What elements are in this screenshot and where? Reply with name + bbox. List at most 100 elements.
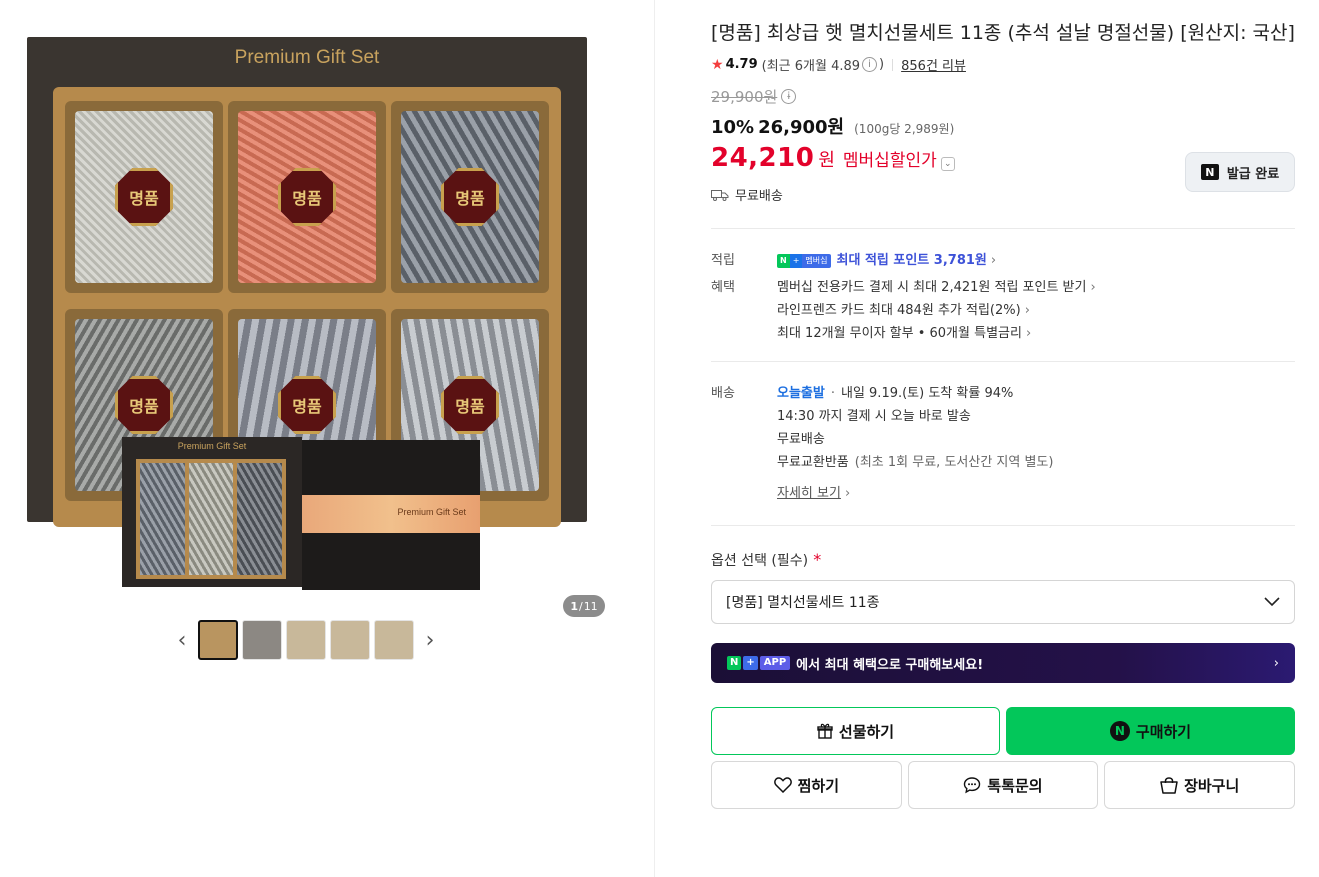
small-box-title: Premium Gift Set [177,441,247,451]
discount-rate: 10% [711,117,755,138]
product-title: [명품] 최상급 햇 멸치선물세트 11종 (추석 설날 명절선물) [원산지:… [711,22,1295,44]
talk-label: 톡톡문의 [987,776,1043,795]
star-icon: ★ [711,56,724,73]
points-link[interactable]: N + 멤버십 최대 적립 포인트 3,781원 › [777,249,1295,272]
delivery-details-link[interactable]: 자세히 보기 › [777,482,1295,505]
buy-button[interactable]: N 구매하기 [1006,707,1295,755]
price-info-icon[interactable]: i [781,89,797,104]
divider [711,525,1295,526]
perk-text: 라인프렌즈 카드 최대 484원 추가 적립(2%) [777,303,1021,318]
points-section: 적립 N + 멤버십 최대 적립 포인트 3,781원 › [711,249,1295,272]
member-price-unit: 원 [818,150,835,171]
delivery-eta: 내일 9.19.(토) 도착 확률 94% [840,386,1014,401]
today-shipping[interactable]: 오늘출발 [777,382,825,405]
image-page-indicator: 1/11 [563,595,605,617]
rating-value: 4.79 [725,57,758,72]
chevron-down-icon[interactable]: ⌄ [940,157,955,171]
perks-label: 혜택 [711,280,735,295]
thumbnail[interactable] [286,620,326,660]
main-product-image[interactable]: Premium Gift Set 명품 명품 명품 명품 명품 명품 Premi… [22,30,605,617]
tray-cell: 명품 [228,101,386,293]
thumbnail[interactable] [330,620,370,660]
buy-label: 구매하기 [1135,722,1192,741]
gift-icon [817,723,833,739]
delivery-eta-row: 오늘출발 · 내일 9.19.(토) 도착 확률 94% [777,382,1295,405]
naver-n-icon: N [1200,164,1219,180]
info-icon[interactable]: i [862,57,878,72]
naver-n-icon: N [1109,721,1130,741]
wish-label: 찜하기 [797,776,840,795]
thumbnail[interactable] [198,620,238,660]
thumb-prev-arrow-icon[interactable]: ‹ [170,620,194,660]
app-banner[interactable]: N + APP 에서 최대 혜택으로 구매해보세요! › [711,643,1295,683]
review-count-link[interactable]: 856건 리뷰 [901,55,966,74]
delivery-cutoff: 14:30 까지 결제 시 오늘 바로 발송 [777,409,971,424]
chevron-right-icon: › [1273,655,1279,671]
cart-button[interactable]: 장바구니 [1104,761,1296,809]
rating-row: ★ 4.79 (최근 6개월 4.89 i ) 856건 리뷰 [711,55,1295,75]
talk-button[interactable]: 톡톡문의 [907,761,1099,809]
exchange-text: 무료교환반품 [777,455,849,470]
chevron-right-icon: › [990,253,997,268]
thumbnail[interactable] [374,620,414,660]
cart-label: 장바구니 [1184,776,1240,795]
member-price-label: 멤버십할인가 [842,151,937,171]
app-banner-text: 에서 최대 혜택으로 구매해보세요! [796,657,984,673]
exchange-note: (최초 1회 무료, 도서산간 지역 별도) [854,455,1054,470]
gift-button[interactable]: 선물하기 [711,707,1000,755]
gift-label: 선물하기 [838,722,895,741]
option-select[interactable]: [명품] 멸치선물세트 11종 [711,580,1295,624]
truck-icon [711,189,729,201]
divider [711,361,1295,362]
tray-cell: 명품 [65,101,223,293]
tray-cell: 명품 [391,101,549,293]
perk-item[interactable]: 최대 12개월 무이자 할부 • 60개월 특별금리 › [777,322,1295,345]
page-current: 1 [570,599,578,613]
member-price: 24,210 [711,143,815,173]
emblem: 명품 [278,168,336,226]
delivery-label: 배송 [711,386,735,401]
shopping-bag-icon [1160,776,1178,794]
emblem: 명품 [441,168,499,226]
secondary-actions: 찜하기 톡톡문의 장바구니 [711,761,1296,809]
chevron-down-icon [1264,597,1280,607]
unit-price: (100g당 2,989원) [854,122,955,136]
perks-section: 혜택 멤버십 전용카드 결제 시 최대 2,421원 적립 포인트 받기 › 라인… [711,276,1295,345]
thumbnail[interactable] [242,620,282,660]
rating-recent-close: ) [879,57,885,72]
option-label-row: 옵션 선택 (필수) * [711,550,1295,570]
thumb-next-arrow-icon[interactable]: › [418,620,442,660]
chevron-right-icon: › [844,486,851,501]
original-price: 29,900원 [711,88,778,106]
delivery-free: 무료배송 [777,432,825,447]
page-total: 11 [583,599,598,613]
chevron-right-icon: › [1090,280,1096,295]
heart-icon [773,777,792,793]
divider [892,58,894,71]
emblem: 명품 [441,376,499,434]
chevron-right-icon: › [1024,303,1030,318]
app-badges: N + APP [727,656,791,670]
emblem: 명품 [278,376,336,434]
perk-text: 최대 12개월 무이자 할부 • 60개월 특별금리 [777,326,1022,341]
perk-item[interactable]: 멤버십 전용카드 결제 시 최대 2,421원 적립 포인트 받기 › [777,276,1295,299]
coupon-button[interactable]: N 발급 완료 [1185,152,1295,192]
thumbnail-strip: ‹ › [170,620,442,660]
wish-button[interactable]: 찜하기 [711,761,902,809]
rating-recent: (최근 6개월 4.89 [761,59,861,74]
emblem: 명품 [115,376,173,434]
option-label: 옵션 선택 (필수) [711,553,809,569]
delivery-section: 배송 오늘출발 · 내일 9.19.(토) 도착 확률 94% 14:30 까지… [711,382,1295,505]
product-info: [명품] 최상급 햇 멸치선물세트 11종 (추석 설날 명절선물) [원산지:… [711,20,1296,809]
small-gift-box: Premium Gift Set [122,437,302,587]
lid-title: Premium Gift Set [397,507,466,517]
original-price-row: 29,900원 i [711,86,1295,107]
required-mark: * [813,550,822,569]
details-text: 자세히 보기 [777,486,841,501]
free-shipping: 무료배송 [735,189,783,204]
points-label: 적립 [711,253,735,268]
exchange-row: 무료교환반품 (최초 1회 무료, 도서산간 지역 별도) [777,451,1295,474]
perk-item[interactable]: 라인프렌즈 카드 최대 484원 추가 적립(2%) › [777,299,1295,322]
sale-price-row: 10% 26,900원 (100g당 2,989원) [711,113,1295,139]
product-gallery: Premium Gift Set 명품 명품 명품 명품 명품 명품 Premi… [0,0,655,877]
